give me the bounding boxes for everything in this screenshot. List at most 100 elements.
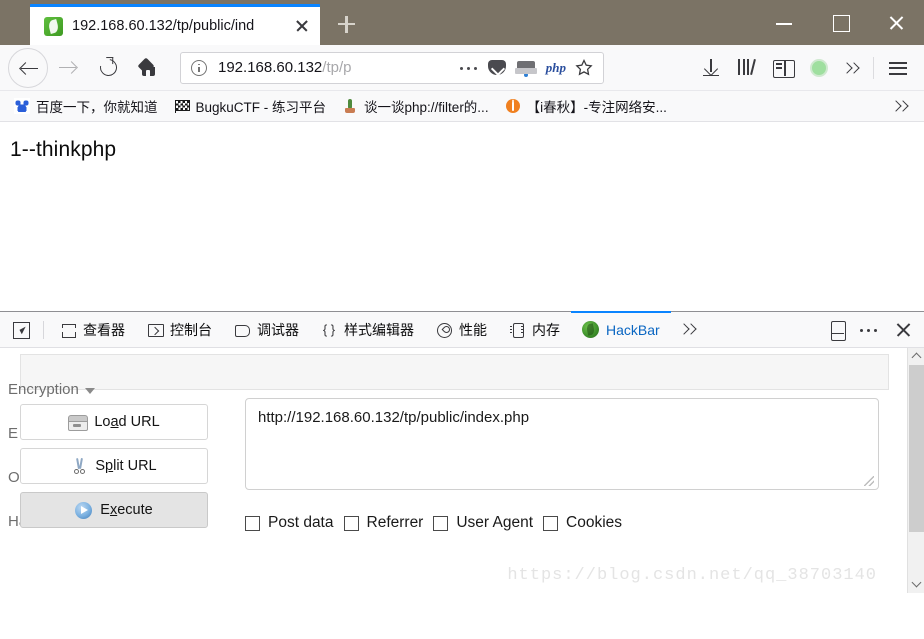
url-bar[interactable]: 192.168.60.132/tp/p php <box>180 51 604 84</box>
dropdown-label: Encryption <box>8 381 79 398</box>
scroll-down-icon[interactable] <box>908 576 924 593</box>
tab-label: 调试器 <box>257 321 299 338</box>
devtools-close-icon[interactable] <box>886 315 920 345</box>
split-url-button[interactable]: Split URL <box>20 448 208 484</box>
window-close-button[interactable] <box>868 0 924 45</box>
tab-debugger[interactable]: 调试器 <box>223 312 310 347</box>
checkbox-label: Referrer <box>366 514 424 531</box>
pocket-icon[interactable] <box>486 58 508 78</box>
ellipsis-icon[interactable] <box>456 58 482 78</box>
star-icon[interactable] <box>573 57 595 79</box>
tab-label: 查看器 <box>83 321 125 338</box>
tab-console[interactable]: 控制台 <box>136 312 223 347</box>
close-icon[interactable] <box>290 14 314 38</box>
chevron-down-icon <box>84 388 95 394</box>
bookmark-label: 【i春秋】-专注网络安... <box>526 100 667 115</box>
tab-style-editor[interactable]: { } 样式编辑器 <box>310 312 425 347</box>
scrollbar-thumb[interactable] <box>909 365 924 532</box>
bookmark-label: 百度一下，你就知道 <box>36 100 158 115</box>
dropdown-label: O <box>8 469 20 486</box>
checkbox-box[interactable] <box>245 515 260 531</box>
play-icon <box>75 501 93 519</box>
responsive-design-mode-icon[interactable] <box>820 315 854 345</box>
reload-icon <box>96 55 121 79</box>
bookmark-label: BugkuCTF - 练习平台 <box>195 100 327 115</box>
new-tab-button[interactable] <box>326 4 366 45</box>
resize-grip-icon[interactable] <box>864 476 874 486</box>
back-button[interactable] <box>8 47 48 88</box>
account-avatar-icon[interactable] <box>810 58 828 77</box>
tab-performance[interactable]: 性能 <box>425 312 498 347</box>
devtools-overflow-button[interactable] <box>671 315 705 345</box>
library-icon[interactable] <box>729 50 765 86</box>
hamburger-menu-icon[interactable] <box>880 50 916 86</box>
checkbox-box[interactable] <box>343 515 359 531</box>
cactus-icon <box>342 98 358 114</box>
bookmarks-overflow-button[interactable] <box>884 93 918 119</box>
tab-memory[interactable]: 内存 <box>498 312 571 347</box>
devtools-toolbar: 查看器 控制台 调试器 { } 样式编辑器 性能 内存 HackBar <box>0 311 924 348</box>
checkbox-referrer[interactable]: Referrer <box>343 514 424 532</box>
load-url-button[interactable]: Load URL <box>20 404 208 440</box>
window-controls <box>756 0 924 45</box>
dropdown-other[interactable]: O <box>8 469 20 486</box>
navigation-toolbar: 192.168.60.132/tp/p php <box>0 45 924 91</box>
home-button[interactable] <box>128 48 168 88</box>
load-url-label: Load URL <box>94 414 160 430</box>
page-heading: 1--thinkphp <box>10 138 117 161</box>
green-leaf-icon <box>44 16 63 36</box>
maximize-button[interactable] <box>812 0 868 45</box>
tab-hackbar[interactable]: HackBar <box>571 311 671 347</box>
url-domain: 192.168.60.132 <box>218 59 323 76</box>
back-arrow-icon <box>19 60 38 78</box>
php-badge-icon[interactable]: php <box>546 60 566 76</box>
bookmark-item-bugkuctf[interactable]: BugkuCTF - 练习平台 <box>166 94 335 118</box>
url-textarea[interactable]: http://192.168.60.132/tp/public/index.ph… <box>245 398 879 490</box>
home-icon <box>139 60 157 76</box>
info-icon[interactable] <box>191 59 207 76</box>
browser-tab[interactable]: 192.168.60.132/tp/public/ind <box>30 4 320 45</box>
checkbox-box[interactable] <box>433 515 449 531</box>
hackbar-icon <box>582 321 599 338</box>
minimize-button[interactable] <box>756 0 812 45</box>
forward-button[interactable] <box>48 48 88 88</box>
reload-button[interactable] <box>88 48 128 88</box>
sidebar-icon[interactable] <box>765 50 801 86</box>
hackbar-scrollbar[interactable] <box>907 348 924 593</box>
scroll-up-icon[interactable] <box>908 348 924 365</box>
watermark-text: https://blog.csdn.net/qq_38703140 <box>507 566 877 585</box>
url-textarea-value: http://192.168.60.132/tp/public/index.ph… <box>258 409 530 426</box>
toolbar-right-icons <box>693 50 916 86</box>
double-chevron-icon[interactable] <box>837 50 867 86</box>
checkbox-label: Post data <box>268 514 334 531</box>
inspector-icon <box>60 322 76 338</box>
checkbox-label: User Agent <box>456 514 534 531</box>
server-icon[interactable] <box>514 58 538 78</box>
checkbox-user-agent[interactable]: User Agent <box>433 514 533 532</box>
baidu-paw-icon <box>14 98 30 114</box>
devtools-options-icon[interactable] <box>854 315 886 345</box>
checkbox-post-data[interactable]: Post data <box>245 514 334 532</box>
dropdown-encoding[interactable]: E <box>8 425 18 442</box>
bookmark-item-phpfilter[interactable]: 谈一谈php://filter的... <box>334 94 497 118</box>
execute-button[interactable]: Execute <box>20 492 208 528</box>
checkbox-box[interactable] <box>543 515 559 531</box>
page-content: 1--thinkphp <box>0 122 924 311</box>
bookmark-item-ichunqiu[interactable]: 【i春秋】-专注网络安... <box>497 94 675 118</box>
dropdown-encryption[interactable]: Encryption <box>8 381 95 398</box>
devtools-panel: 查看器 控制台 调试器 { } 样式编辑器 性能 内存 HackBar Encr… <box>0 311 924 593</box>
devtools-toolbar-right <box>820 315 920 345</box>
debugger-icon <box>234 322 250 338</box>
element-picker-icon[interactable] <box>4 315 38 345</box>
toolbar-divider <box>43 320 44 339</box>
download-icon[interactable] <box>693 50 729 86</box>
drive-icon <box>68 415 89 431</box>
bookmark-label: 谈一谈php://filter的... <box>364 100 489 115</box>
tab-label: 内存 <box>532 321 560 338</box>
title-bar: 192.168.60.132/tp/public/ind <box>0 0 924 45</box>
bookmark-item-baidu[interactable]: 百度一下，你就知道 <box>6 94 166 118</box>
tab-label: 样式编辑器 <box>344 321 414 338</box>
tab-inspector[interactable]: 查看器 <box>49 312 136 347</box>
url-text: 192.168.60.132/tp/p <box>218 59 456 76</box>
checkbox-cookies[interactable]: Cookies <box>543 514 622 532</box>
